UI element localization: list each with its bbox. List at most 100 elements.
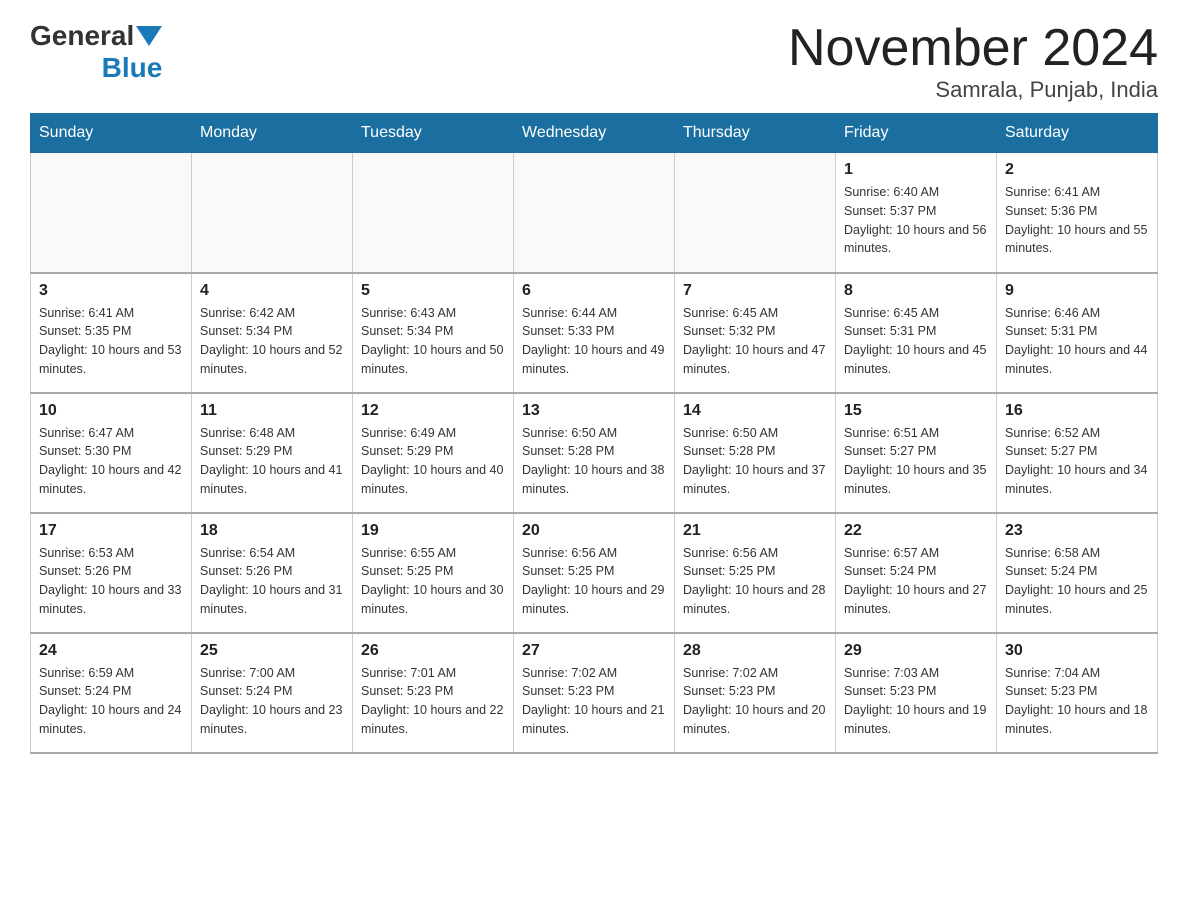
day-number: 1: [844, 161, 988, 179]
logo: General Blue: [30, 20, 162, 84]
day-number: 7: [683, 282, 827, 300]
day-info: Sunrise: 6:58 AM Sunset: 5:24 PM Dayligh…: [1005, 544, 1149, 619]
day-cell: 7Sunrise: 6:45 AM Sunset: 5:32 PM Daylig…: [675, 273, 836, 393]
day-info: Sunrise: 7:02 AM Sunset: 5:23 PM Dayligh…: [522, 664, 666, 739]
day-number: 28: [683, 642, 827, 660]
day-cell: 25 Sunrise: 7:00 AM Sunset: 5:24 PM Dayli…: [192, 633, 353, 753]
day-info: Sunrise: 6:47 AM Sunset: 5:30 PM Dayligh…: [39, 424, 183, 499]
day-number: 22: [844, 522, 988, 540]
day-number: 15: [844, 402, 988, 420]
page-header: General Blue November 2024 Samrala, Punj…: [30, 20, 1158, 103]
weekday-header-monday: Monday: [192, 114, 353, 153]
day-number: 12: [361, 402, 505, 420]
day-cell: 30 Sunrise: 7:04 AM Sunset: 5:23 PM Dayli…: [997, 633, 1158, 753]
day-number: 2: [1005, 161, 1149, 179]
day-number: 10: [39, 402, 183, 420]
week-row-1: 3 Sunrise: 6:41 AM Sunset: 5:35 PM Daylig…: [31, 273, 1158, 393]
day-info: Sunrise: 6:51 AM Sunset: 5:27 PM Dayligh…: [844, 424, 988, 499]
day-number: 20: [522, 522, 666, 540]
day-cell: 2 Sunrise: 6:41 AM Sunset: 5:36 PM Daylig…: [997, 153, 1158, 273]
day-cell: 27 Sunrise: 7:02 AM Sunset: 5:23 PM Dayli…: [514, 633, 675, 753]
day-cell: 24Sunrise: 6:59 AM Sunset: 5:24 PM Dayli…: [31, 633, 192, 753]
day-cell: [31, 153, 192, 273]
location-title: Samrala, Punjab, India: [788, 77, 1158, 103]
day-info: Sunrise: 6:48 AM Sunset: 5:29 PM Dayligh…: [200, 424, 344, 499]
week-row-0: 1 Sunrise: 6:40 AM Sunset: 5:37 PM Daylig…: [31, 153, 1158, 273]
day-info: Sunrise: 6:42 AM Sunset: 5:34 PM Dayligh…: [200, 304, 344, 379]
day-cell: 1 Sunrise: 6:40 AM Sunset: 5:37 PM Daylig…: [836, 153, 997, 273]
day-cell: [192, 153, 353, 273]
day-cell: 10 Sunrise: 6:47 AM Sunset: 5:30 PM Dayli…: [31, 393, 192, 513]
day-cell: 20 Sunrise: 6:56 AM Sunset: 5:25 PM Dayli…: [514, 513, 675, 633]
weekday-header-friday: Friday: [836, 114, 997, 153]
day-cell: 6Sunrise: 6:44 AM Sunset: 5:33 PM Daylig…: [514, 273, 675, 393]
day-info: Sunrise: 6:45 AM Sunset: 5:31 PM Dayligh…: [844, 304, 988, 379]
weekday-header-wednesday: Wednesday: [514, 114, 675, 153]
day-info: Sunrise: 7:02 AM Sunset: 5:23 PM Dayligh…: [683, 664, 827, 739]
week-row-4: 24Sunrise: 6:59 AM Sunset: 5:24 PM Dayli…: [31, 633, 1158, 753]
day-info: Sunrise: 6:56 AM Sunset: 5:25 PM Dayligh…: [522, 544, 666, 619]
day-cell: 9 Sunrise: 6:46 AM Sunset: 5:31 PM Daylig…: [997, 273, 1158, 393]
day-info: Sunrise: 6:40 AM Sunset: 5:37 PM Dayligh…: [844, 183, 988, 258]
day-info: Sunrise: 6:44 AM Sunset: 5:33 PM Dayligh…: [522, 304, 666, 379]
logo-general-text: General: [30, 20, 134, 52]
day-number: 18: [200, 522, 344, 540]
day-info: Sunrise: 6:43 AM Sunset: 5:34 PM Dayligh…: [361, 304, 505, 379]
day-info: Sunrise: 7:00 AM Sunset: 5:24 PM Dayligh…: [200, 664, 344, 739]
day-info: Sunrise: 7:03 AM Sunset: 5:23 PM Dayligh…: [844, 664, 988, 739]
day-cell: 8 Sunrise: 6:45 AM Sunset: 5:31 PM Daylig…: [836, 273, 997, 393]
day-cell: [353, 153, 514, 273]
day-info: Sunrise: 6:59 AM Sunset: 5:24 PM Dayligh…: [39, 664, 183, 739]
weekday-header-thursday: Thursday: [675, 114, 836, 153]
calendar-table: SundayMondayTuesdayWednesdayThursdayFrid…: [30, 113, 1158, 754]
day-cell: 18Sunrise: 6:54 AM Sunset: 5:26 PM Dayli…: [192, 513, 353, 633]
day-number: 21: [683, 522, 827, 540]
weekday-header-saturday: Saturday: [997, 114, 1158, 153]
day-cell: 22 Sunrise: 6:57 AM Sunset: 5:24 PM Dayli…: [836, 513, 997, 633]
day-info: Sunrise: 6:41 AM Sunset: 5:35 PM Dayligh…: [39, 304, 183, 379]
day-info: Sunrise: 6:50 AM Sunset: 5:28 PM Dayligh…: [522, 424, 666, 499]
weekday-header-sunday: Sunday: [31, 114, 192, 153]
day-cell: 4 Sunrise: 6:42 AM Sunset: 5:34 PM Daylig…: [192, 273, 353, 393]
day-number: 11: [200, 402, 344, 420]
day-cell: 17 Sunrise: 6:53 AM Sunset: 5:26 PM Dayli…: [31, 513, 192, 633]
day-cell: 21 Sunrise: 6:56 AM Sunset: 5:25 PM Dayli…: [675, 513, 836, 633]
day-number: 4: [200, 282, 344, 300]
day-info: Sunrise: 6:41 AM Sunset: 5:36 PM Dayligh…: [1005, 183, 1149, 258]
day-info: Sunrise: 6:56 AM Sunset: 5:25 PM Dayligh…: [683, 544, 827, 619]
day-info: Sunrise: 6:50 AM Sunset: 5:28 PM Dayligh…: [683, 424, 827, 499]
logo-triangle-icon: [136, 26, 162, 46]
day-number: 23: [1005, 522, 1149, 540]
day-cell: 11 Sunrise: 6:48 AM Sunset: 5:29 PM Dayli…: [192, 393, 353, 513]
day-info: Sunrise: 7:04 AM Sunset: 5:23 PM Dayligh…: [1005, 664, 1149, 739]
day-number: 17: [39, 522, 183, 540]
day-cell: 15 Sunrise: 6:51 AM Sunset: 5:27 PM Dayli…: [836, 393, 997, 513]
day-cell: 23 Sunrise: 6:58 AM Sunset: 5:24 PM Dayli…: [997, 513, 1158, 633]
day-number: 27: [522, 642, 666, 660]
day-info: Sunrise: 6:46 AM Sunset: 5:31 PM Dayligh…: [1005, 304, 1149, 379]
day-number: 19: [361, 522, 505, 540]
day-number: 25: [200, 642, 344, 660]
day-number: 9: [1005, 282, 1149, 300]
day-info: Sunrise: 6:57 AM Sunset: 5:24 PM Dayligh…: [844, 544, 988, 619]
day-cell: 28 Sunrise: 7:02 AM Sunset: 5:23 PM Dayli…: [675, 633, 836, 753]
weekday-header-row: SundayMondayTuesdayWednesdayThursdayFrid…: [31, 114, 1158, 153]
day-cell: 19 Sunrise: 6:55 AM Sunset: 5:25 PM Dayli…: [353, 513, 514, 633]
day-info: Sunrise: 6:53 AM Sunset: 5:26 PM Dayligh…: [39, 544, 183, 619]
day-cell: 26Sunrise: 7:01 AM Sunset: 5:23 PM Dayli…: [353, 633, 514, 753]
day-number: 30: [1005, 642, 1149, 660]
month-title: November 2024: [788, 20, 1158, 77]
week-row-3: 17 Sunrise: 6:53 AM Sunset: 5:26 PM Dayli…: [31, 513, 1158, 633]
title-block: November 2024 Samrala, Punjab, India: [788, 20, 1158, 103]
day-number: 29: [844, 642, 988, 660]
day-cell: 16Sunrise: 6:52 AM Sunset: 5:27 PM Dayli…: [997, 393, 1158, 513]
day-info: Sunrise: 6:49 AM Sunset: 5:29 PM Dayligh…: [361, 424, 505, 499]
day-number: 8: [844, 282, 988, 300]
logo-blue-text: Blue: [102, 52, 163, 84]
day-number: 5: [361, 282, 505, 300]
day-cell: 14Sunrise: 6:50 AM Sunset: 5:28 PM Dayli…: [675, 393, 836, 513]
day-number: 3: [39, 282, 183, 300]
week-row-2: 10 Sunrise: 6:47 AM Sunset: 5:30 PM Dayli…: [31, 393, 1158, 513]
day-info: Sunrise: 6:52 AM Sunset: 5:27 PM Dayligh…: [1005, 424, 1149, 499]
day-info: Sunrise: 6:55 AM Sunset: 5:25 PM Dayligh…: [361, 544, 505, 619]
